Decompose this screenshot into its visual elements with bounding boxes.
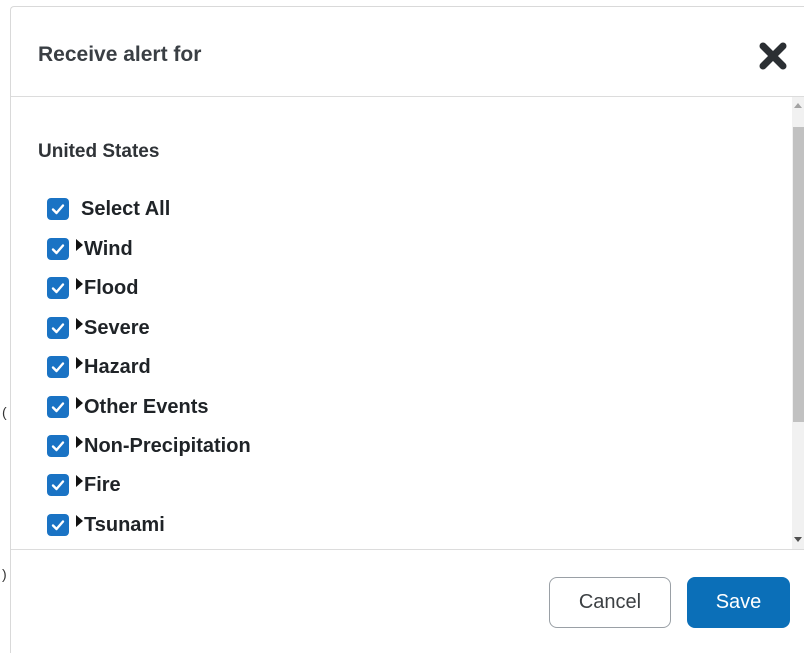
option-flood[interactable]: Flood — [47, 276, 547, 300]
option-fire[interactable]: Fire — [47, 473, 547, 497]
option-other-events[interactable]: Other Events — [47, 395, 547, 419]
expand-caret-icon[interactable] — [76, 474, 83, 487]
checkbox-checked-icon[interactable] — [47, 356, 69, 378]
checkbox-checked-icon[interactable] — [47, 435, 69, 457]
alert-dialog: Receive alert for United States Select A… — [10, 6, 804, 653]
close-button[interactable] — [757, 40, 789, 72]
option-wind[interactable]: Wind — [47, 237, 547, 261]
scroll-down-arrow-icon[interactable] — [794, 537, 802, 542]
option-label: Non-Precipitation — [84, 435, 251, 457]
save-button[interactable]: Save — [687, 577, 790, 628]
option-label: Hazard — [84, 356, 151, 378]
expand-caret-icon[interactable] — [76, 277, 83, 290]
close-x-icon — [759, 42, 787, 70]
option-label: Severe — [84, 317, 150, 339]
expand-caret-icon[interactable] — [76, 317, 83, 330]
checkbox-checked-icon[interactable] — [47, 317, 69, 339]
page: ( ) Receive alert for United States Sele… — [0, 0, 804, 653]
expand-caret-icon[interactable] — [76, 435, 83, 448]
checkbox-checked-icon[interactable] — [47, 396, 69, 418]
option-select-all[interactable]: Select All — [47, 197, 547, 221]
option-hazard[interactable]: Hazard — [47, 355, 547, 379]
backdrop: ( ) — [0, 0, 10, 653]
option-label: Wind — [84, 238, 133, 260]
cancel-button[interactable]: Cancel — [549, 577, 671, 628]
option-non-precipitation[interactable]: Non-Precipitation — [47, 434, 547, 458]
checkbox-checked-icon[interactable] — [47, 514, 69, 536]
dialog-body: United States Select All Wind Flood Seve… — [11, 97, 804, 549]
dialog-title: Receive alert for — [38, 43, 202, 66]
vertical-scrollbar[interactable] — [792, 97, 804, 549]
expand-caret-icon[interactable] — [76, 238, 83, 251]
dialog-footer: Cancel Save — [11, 549, 804, 653]
checkbox-checked-icon[interactable] — [47, 238, 69, 260]
checkbox-checked-icon[interactable] — [47, 198, 69, 220]
checkbox-checked-icon[interactable] — [47, 474, 69, 496]
option-label: Select All — [81, 198, 171, 220]
option-label: Flood — [84, 277, 139, 299]
dialog-header: Receive alert for — [11, 7, 804, 97]
expand-caret-icon[interactable] — [76, 356, 83, 369]
option-label: Fire — [84, 474, 121, 496]
option-label: Other Events — [84, 396, 209, 418]
backdrop-fragment: ( — [2, 404, 7, 420]
backdrop-fragment: ) — [2, 566, 7, 582]
expand-caret-icon[interactable] — [76, 514, 83, 527]
scroll-up-arrow-icon[interactable] — [794, 103, 802, 108]
option-severe[interactable]: Severe — [47, 316, 547, 340]
expand-caret-icon[interactable] — [76, 396, 83, 409]
section-title: United States — [38, 141, 160, 162]
option-tsunami[interactable]: Tsunami — [47, 513, 547, 537]
scrollbar-thumb[interactable] — [793, 127, 804, 422]
checkbox-checked-icon[interactable] — [47, 277, 69, 299]
option-label: Tsunami — [84, 514, 165, 536]
